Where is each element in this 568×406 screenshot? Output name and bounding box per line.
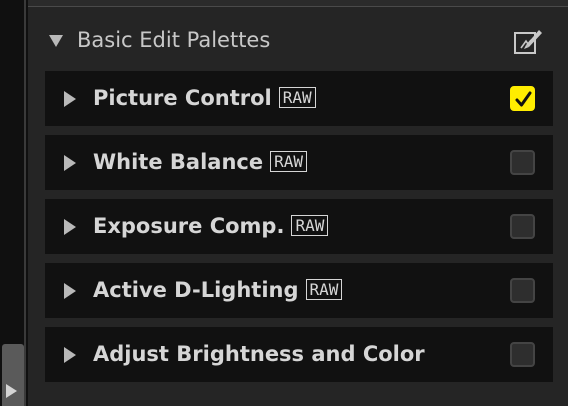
palette-label: Picture Control RAW: [93, 86, 316, 110]
palette-row[interactable]: White Balance RAW: [45, 135, 553, 190]
triangle-right-icon[interactable]: [64, 219, 76, 235]
palette-label: White Balance RAW: [93, 150, 307, 174]
edit-palette-icon[interactable]: [513, 26, 545, 56]
palette-label: Active D-Lighting RAW: [93, 278, 343, 302]
palette-label-text: Picture Control: [93, 86, 272, 110]
palette-label-text: White Balance: [93, 150, 264, 174]
checkmark-icon: [515, 91, 532, 107]
raw-badge: RAW: [291, 215, 329, 236]
triangle-right-icon[interactable]: [64, 283, 76, 299]
palette-row[interactable]: Adjust Brightness and Color: [45, 327, 553, 382]
triangle-down-icon[interactable]: [49, 35, 63, 47]
play-arrow-icon[interactable]: [6, 384, 17, 398]
palette-enable-checkbox[interactable]: [510, 278, 535, 303]
app-window: Basic Edit Palettes Picture Control RAW Wh…: [0, 0, 568, 406]
rail-divider: [24, 0, 26, 406]
palette-label-text: Adjust Brightness and Color: [93, 342, 425, 366]
palette-row[interactable]: Active D-Lighting RAW: [45, 263, 553, 318]
palette-label-text: Exposure Comp.: [93, 214, 285, 238]
palette-row[interactable]: Picture Control RAW: [45, 71, 553, 126]
palette-enable-checkbox[interactable]: [510, 342, 535, 367]
top-strip: [28, 0, 568, 7]
palette-enable-checkbox[interactable]: [510, 214, 535, 239]
palette-row[interactable]: Exposure Comp. RAW: [45, 199, 553, 254]
panel-header[interactable]: Basic Edit Palettes: [28, 23, 568, 59]
triangle-right-icon[interactable]: [64, 347, 76, 363]
triangle-right-icon[interactable]: [64, 155, 76, 171]
raw-badge: RAW: [305, 279, 343, 300]
raw-badge: RAW: [278, 87, 316, 108]
palette-label: Adjust Brightness and Color: [93, 342, 425, 366]
palette-enable-checkbox[interactable]: [510, 150, 535, 175]
palette-label-text: Active D-Lighting: [93, 278, 299, 302]
panel-title: Basic Edit Palettes: [77, 28, 271, 52]
palette-label: Exposure Comp. RAW: [93, 214, 329, 238]
basic-edit-palettes-panel: Basic Edit Palettes Picture Control RAW Wh…: [28, 7, 568, 406]
raw-badge: RAW: [270, 151, 307, 172]
triangle-right-icon[interactable]: [64, 91, 76, 107]
palette-enable-checkbox[interactable]: [510, 86, 535, 111]
